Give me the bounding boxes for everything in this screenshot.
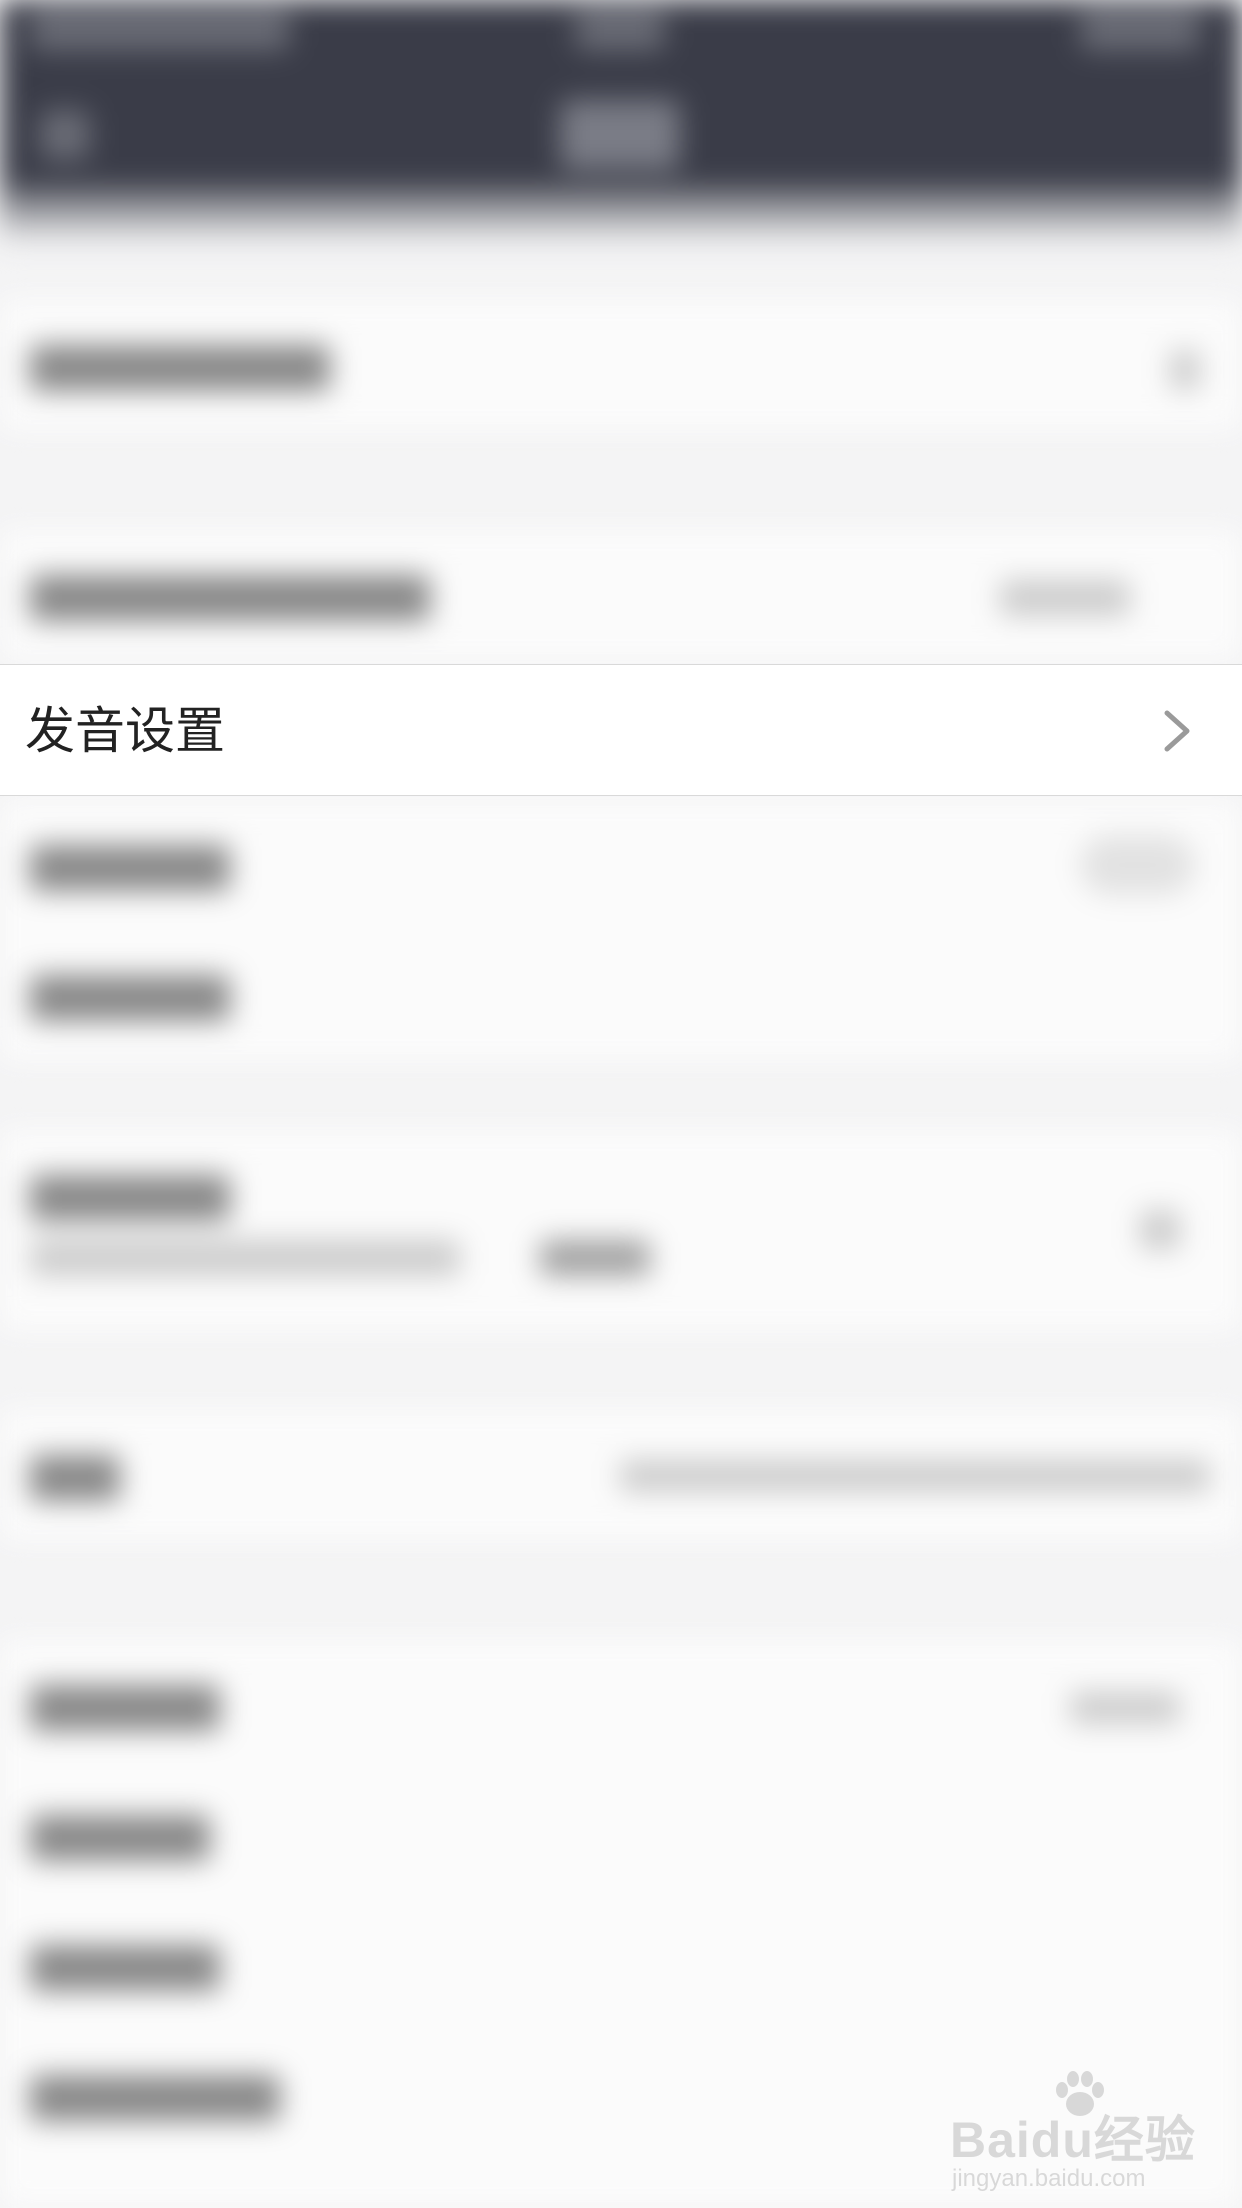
status-bar-carrier	[30, 10, 290, 50]
pronunciation-settings-row[interactable]: 发音设置	[0, 664, 1242, 796]
row-6-desc-a	[30, 1240, 460, 1276]
settings-row-9[interactable]	[0, 1770, 1242, 1900]
nav-bar	[0, 0, 1242, 185]
nav-title	[560, 100, 680, 170]
row-2-value	[1000, 580, 1130, 616]
pronunciation-settings-label: 发音设置	[25, 702, 225, 760]
row-2-label	[30, 575, 430, 621]
nav-shadow	[0, 185, 1242, 245]
row-11-label	[30, 2075, 280, 2121]
watermark-brand: Baidu经验	[950, 2112, 1196, 2168]
row-4-toggle[interactable]	[1080, 835, 1195, 895]
row-10-label	[30, 1945, 220, 1991]
row-6-label	[30, 1175, 230, 1221]
baidu-watermark: Baidu经验 jingyan.baidu.com	[950, 2070, 1200, 2192]
settings-row-1[interactable]	[0, 300, 1242, 430]
blurred-background	[0, 0, 1242, 2208]
settings-row-7[interactable]	[0, 1410, 1242, 1540]
row-7-label	[30, 1455, 120, 1501]
row-7-value	[620, 1460, 1210, 1492]
row-4-label	[30, 845, 230, 891]
back-button[interactable]	[40, 110, 90, 160]
row-8-value	[1070, 1692, 1180, 1724]
settings-row-10[interactable]	[0, 1900, 1242, 2030]
chevron-right-icon	[1164, 710, 1190, 752]
settings-screen: 发音设置 Baidu经验 jingyan.baidu.com	[0, 0, 1242, 2208]
row-6-desc-b	[540, 1240, 650, 1276]
row-5-label	[30, 975, 230, 1021]
settings-row-8[interactable]	[0, 1640, 1242, 1770]
row-6-chevron	[1140, 1210, 1180, 1250]
settings-row-4[interactable]	[0, 800, 1242, 930]
status-bar-battery	[1080, 10, 1200, 50]
status-bar-time	[575, 10, 665, 50]
watermark-url: jingyan.baidu.com	[952, 2165, 1146, 2192]
settings-row-5[interactable]	[0, 930, 1242, 1060]
settings-row-2[interactable]	[0, 530, 1242, 660]
row-8-label	[30, 1685, 220, 1731]
row-1-label	[30, 345, 330, 391]
row-9-label	[30, 1815, 210, 1861]
settings-row-6[interactable]	[0, 1130, 1242, 1330]
row-1-chevron	[1170, 350, 1200, 390]
